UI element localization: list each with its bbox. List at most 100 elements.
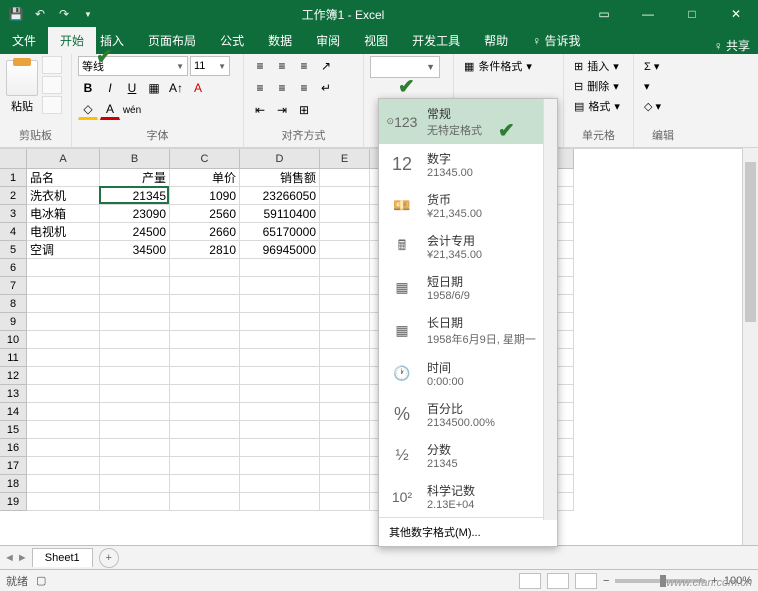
align-center-icon[interactable]: ≡ [272,78,292,98]
numfmt-shortdate[interactable]: ▦ 短日期1958/6/9 [379,267,557,308]
add-sheet-icon[interactable]: + [99,548,119,568]
align-bottom-icon[interactable]: ≡ [294,56,314,76]
cell[interactable] [320,241,370,259]
ribbon-options-icon[interactable]: ▭ [582,0,626,28]
cell[interactable] [240,421,320,439]
pagelayout-view-icon[interactable] [547,573,569,589]
cell[interactable]: 产量 [100,169,170,187]
delete-cells-button[interactable]: ⊟ 删除 ▾ [570,76,627,96]
cell[interactable]: 2810 [170,241,240,259]
tab-dev[interactable]: 开发工具 [400,27,472,54]
border-icon[interactable]: ▦ [144,78,164,98]
format-painter-icon[interactable] [42,96,62,114]
autosum-icon[interactable]: Σ ▾ [640,56,686,76]
font-name-combo[interactable]: 等线▼ [78,56,188,76]
row-header[interactable]: 9 [0,313,27,331]
cell[interactable] [27,403,100,421]
col-header[interactable]: B [100,149,170,169]
sheet-tab[interactable]: Sheet1 [32,548,93,567]
minimize-icon[interactable]: — [626,0,670,28]
row-header[interactable]: 5 [0,241,27,259]
cell[interactable] [240,385,320,403]
cell[interactable]: 电冰箱 [27,205,100,223]
cell[interactable] [27,259,100,277]
cell[interactable] [240,259,320,277]
cell[interactable] [100,331,170,349]
cell[interactable] [100,475,170,493]
tab-home[interactable]: 开始 [48,27,96,54]
share-button[interactable]: ♀ 共享 [714,37,750,54]
cell[interactable]: 电视机 [27,223,100,241]
italic-icon[interactable]: I [100,78,120,98]
cell[interactable]: 34500 [100,241,170,259]
close-icon[interactable]: ✕ [714,0,758,28]
cell[interactable] [240,313,320,331]
cell[interactable] [170,493,240,511]
cell[interactable]: 96945000 [240,241,320,259]
cell[interactable]: 23266050 [240,187,320,205]
row-header[interactable]: 12 [0,367,27,385]
row-header[interactable]: 13 [0,385,27,403]
conditional-format-button[interactable]: ▦ 条件格式 ▾ [460,56,557,76]
cell[interactable] [27,475,100,493]
cell[interactable]: 单价 [170,169,240,187]
sheet-nav-prev-icon[interactable]: ◄ [4,552,15,564]
cell[interactable] [320,475,370,493]
cell[interactable] [320,169,370,187]
cell[interactable]: 2660 [170,223,240,241]
numfmt-more[interactable]: 其他数字格式(M)... [379,517,557,546]
cell[interactable]: 1090 [170,187,240,205]
sheet-nav-next-icon[interactable]: ► [17,552,28,564]
cell[interactable] [170,259,240,277]
cell[interactable] [240,403,320,421]
bold-icon[interactable]: B [78,78,98,98]
numfmt-accounting[interactable]: 🖩 会计专用¥21,345.00 [379,226,557,267]
cell[interactable] [100,457,170,475]
cell[interactable] [27,277,100,295]
paste-button[interactable]: 粘贴 [6,56,38,114]
format-cells-button[interactable]: ▤ 格式 ▾ [570,96,627,116]
insert-cells-button[interactable]: ⊞ 插入 ▾ [570,56,627,76]
qat-customize-icon[interactable]: ▼ [78,4,98,24]
cut-icon[interactable] [42,56,62,74]
cell[interactable] [320,223,370,241]
numfmt-number[interactable]: 12 数字21345.00 [379,144,557,185]
tab-review[interactable]: 审阅 [304,27,352,54]
increase-indent-icon[interactable]: ⇥ [272,100,292,120]
cell[interactable]: 65170000 [240,223,320,241]
cell[interactable] [27,439,100,457]
row-header[interactable]: 16 [0,439,27,457]
cell[interactable] [320,205,370,223]
align-top-icon[interactable]: ≡ [250,56,270,76]
col-header[interactable]: A [27,149,100,169]
cell[interactable] [170,313,240,331]
tab-layout[interactable]: 页面布局 [136,27,208,54]
cell[interactable] [27,295,100,313]
cell[interactable] [27,457,100,475]
align-middle-icon[interactable]: ≡ [272,56,292,76]
tab-formulas[interactable]: 公式 [208,27,256,54]
row-header[interactable]: 2 [0,187,27,205]
row-header[interactable]: 4 [0,223,27,241]
align-left-icon[interactable]: ≡ [250,78,270,98]
cell[interactable] [320,187,370,205]
cell[interactable] [170,349,240,367]
undo-icon[interactable]: ↶ [30,4,50,24]
numfmt-percent[interactable]: % 百分比2134500.00% [379,394,557,435]
cell[interactable] [170,439,240,457]
cell[interactable] [240,457,320,475]
numfmt-longdate[interactable]: ▦ 长日期1958年6月9日, 星期一 [379,308,557,353]
cell[interactable] [170,277,240,295]
zoom-out-icon[interactable]: − [603,575,609,587]
cell[interactable] [170,421,240,439]
cell[interactable] [100,259,170,277]
cell[interactable] [170,457,240,475]
maximize-icon[interactable]: □ [670,0,714,28]
wrap-text-icon[interactable]: ↵ [316,78,336,98]
cell[interactable] [320,421,370,439]
decrease-font-icon[interactable]: A [188,78,208,98]
fill-icon[interactable]: ▾ [640,76,686,96]
cell[interactable] [320,367,370,385]
cell[interactable]: 24500 [100,223,170,241]
cell[interactable] [100,439,170,457]
